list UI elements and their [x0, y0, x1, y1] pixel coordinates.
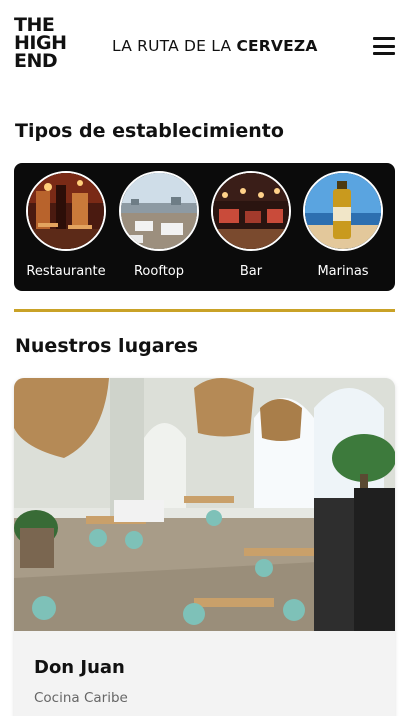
hamburger-menu-icon[interactable] — [373, 36, 395, 56]
category-marinas[interactable]: Marinas — [302, 171, 384, 279]
places-heading: Nuestros lugares — [15, 335, 199, 357]
place-subtitle: Cocina Caribe — [34, 690, 128, 706]
bar-image — [211, 171, 291, 251]
title-prefix: LA RUTA DE LA — [112, 37, 232, 55]
brand-logo[interactable]: THE HIGH END — [14, 16, 76, 72]
rooftop-image — [119, 171, 199, 251]
category-restaurante[interactable]: Restaurante — [25, 171, 107, 279]
accent-divider — [14, 309, 395, 312]
category-panel: Restaurante Rooftop Bar Marinas — [14, 163, 395, 291]
page-title: LA RUTA DE LA CERVEZA — [112, 37, 318, 55]
place-card[interactable]: Don Juan Cocina Caribe — [14, 378, 395, 716]
restaurante-image — [26, 171, 106, 251]
categories-heading: Tipos de establecimiento — [15, 120, 284, 142]
category-label: Restaurante — [26, 264, 106, 279]
category-bar[interactable]: Bar — [210, 171, 292, 279]
category-label: Bar — [239, 264, 263, 279]
category-rooftop[interactable]: Rooftop — [118, 171, 200, 279]
title-bold: CERVEZA — [236, 37, 318, 55]
category-label: Rooftop — [133, 264, 184, 279]
marinas-image — [303, 171, 383, 251]
top-header: THE HIGH END LA RUTA DE LA CERVEZA — [0, 0, 410, 92]
category-label: Marinas — [317, 264, 369, 279]
place-name: Don Juan — [34, 657, 125, 678]
logo-line-3: END — [14, 50, 58, 72]
place-photo — [14, 378, 395, 631]
